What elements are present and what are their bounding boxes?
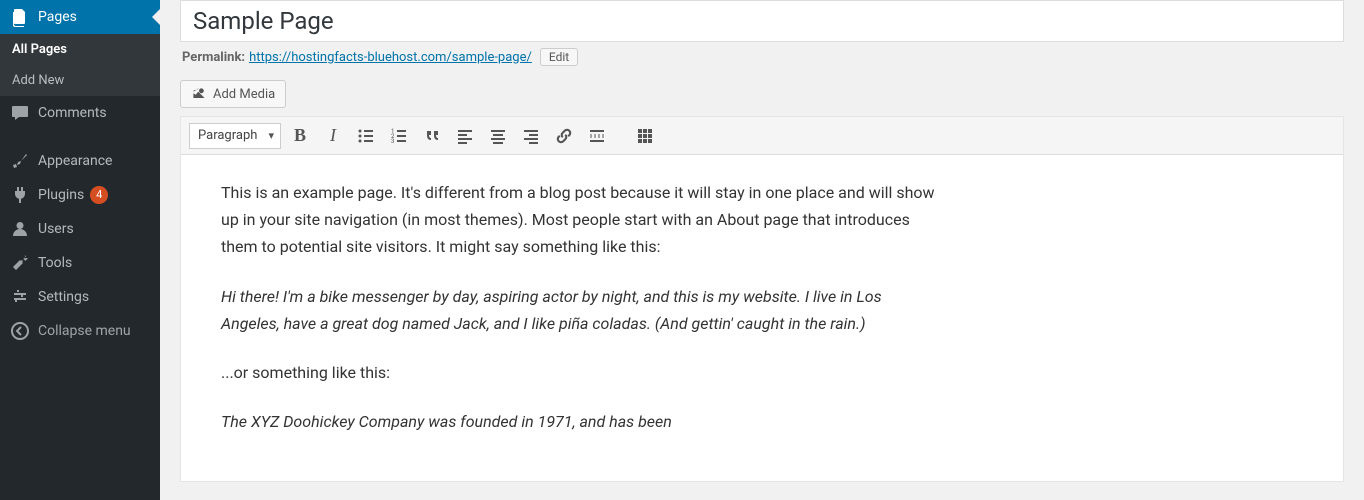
bulleted-list-button[interactable]	[352, 122, 380, 150]
content-paragraph: This is an example page. It's different …	[221, 179, 941, 261]
add-media-button[interactable]: Add Media	[180, 80, 286, 108]
permalink-edit-button[interactable]: Edit	[540, 48, 578, 66]
page-title-input[interactable]: Sample Page	[180, 0, 1344, 42]
sidebar-item-plugins[interactable]: Plugins 4	[0, 178, 160, 212]
content-paragraph-italic: Hi there! I'm a bike messenger by day, a…	[221, 287, 882, 333]
media-icon	[191, 86, 207, 102]
editor: Paragraph B I 123	[180, 116, 1344, 482]
format-select[interactable]: Paragraph	[189, 123, 281, 149]
align-right-button[interactable]	[517, 122, 545, 150]
admin-sidebar: Pages All Pages Add New Comments Appeara…	[0, 0, 160, 500]
sidebar-item-pages[interactable]: Pages	[0, 0, 160, 34]
page-title-text: Sample Page	[193, 7, 334, 35]
numbered-list-button[interactable]: 123	[385, 122, 413, 150]
tools-icon	[10, 253, 30, 273]
svg-text:3: 3	[391, 138, 394, 145]
main-content: Sample Page Permalink: https://hostingfa…	[160, 0, 1364, 500]
sidebar-collapse[interactable]: Collapse menu	[0, 314, 160, 348]
read-more-button[interactable]	[583, 122, 611, 150]
collapse-icon	[10, 321, 30, 341]
sidebar-item-label: Appearance	[38, 153, 112, 169]
format-select-value: Paragraph	[198, 128, 257, 143]
pages-icon	[10, 7, 30, 27]
appearance-icon	[10, 151, 30, 171]
plugins-update-badge: 4	[90, 186, 108, 204]
sidebar-item-settings[interactable]: Settings	[0, 280, 160, 314]
permalink-row: Permalink: https://hostingfacts-bluehost…	[182, 48, 1344, 66]
add-media-label: Add Media	[213, 87, 275, 102]
plugins-icon	[10, 185, 30, 205]
users-icon	[10, 219, 30, 239]
sidebar-item-label: Users	[38, 221, 74, 237]
settings-icon	[10, 287, 30, 307]
permalink-label: Permalink:	[182, 50, 245, 65]
sidebar-item-label: Collapse menu	[38, 323, 131, 339]
submenu-add-new[interactable]: Add New	[0, 65, 160, 96]
content-paragraph-italic: The XYZ Doohickey Company was founded in…	[221, 412, 672, 431]
sidebar-item-label: Settings	[38, 289, 89, 305]
sidebar-item-users[interactable]: Users	[0, 212, 160, 246]
sidebar-item-comments[interactable]: Comments	[0, 96, 160, 130]
italic-button[interactable]: I	[319, 122, 347, 150]
sidebar-item-appearance[interactable]: Appearance	[0, 144, 160, 178]
submenu-all-pages[interactable]: All Pages	[0, 34, 160, 65]
permalink-url[interactable]: https://hostingfacts-bluehost.com/sample…	[249, 50, 532, 65]
editor-toolbar: Paragraph B I 123	[181, 117, 1343, 155]
editor-content[interactable]: This is an example page. It's different …	[181, 155, 981, 481]
bold-button[interactable]: B	[286, 122, 314, 150]
content-paragraph: ...or something like this:	[221, 359, 941, 386]
toolbar-toggle-button[interactable]	[631, 122, 659, 150]
align-left-button[interactable]	[451, 122, 479, 150]
sidebar-item-label: Comments	[38, 105, 107, 121]
comments-icon	[10, 103, 30, 123]
align-center-button[interactable]	[484, 122, 512, 150]
sidebar-item-label: Plugins	[38, 187, 84, 203]
sidebar-item-label: Tools	[38, 255, 72, 271]
blockquote-button[interactable]	[418, 122, 446, 150]
sidebar-item-tools[interactable]: Tools	[0, 246, 160, 280]
sidebar-item-label: Pages	[38, 9, 77, 25]
link-button[interactable]	[550, 122, 578, 150]
pages-submenu: All Pages Add New	[0, 34, 160, 96]
